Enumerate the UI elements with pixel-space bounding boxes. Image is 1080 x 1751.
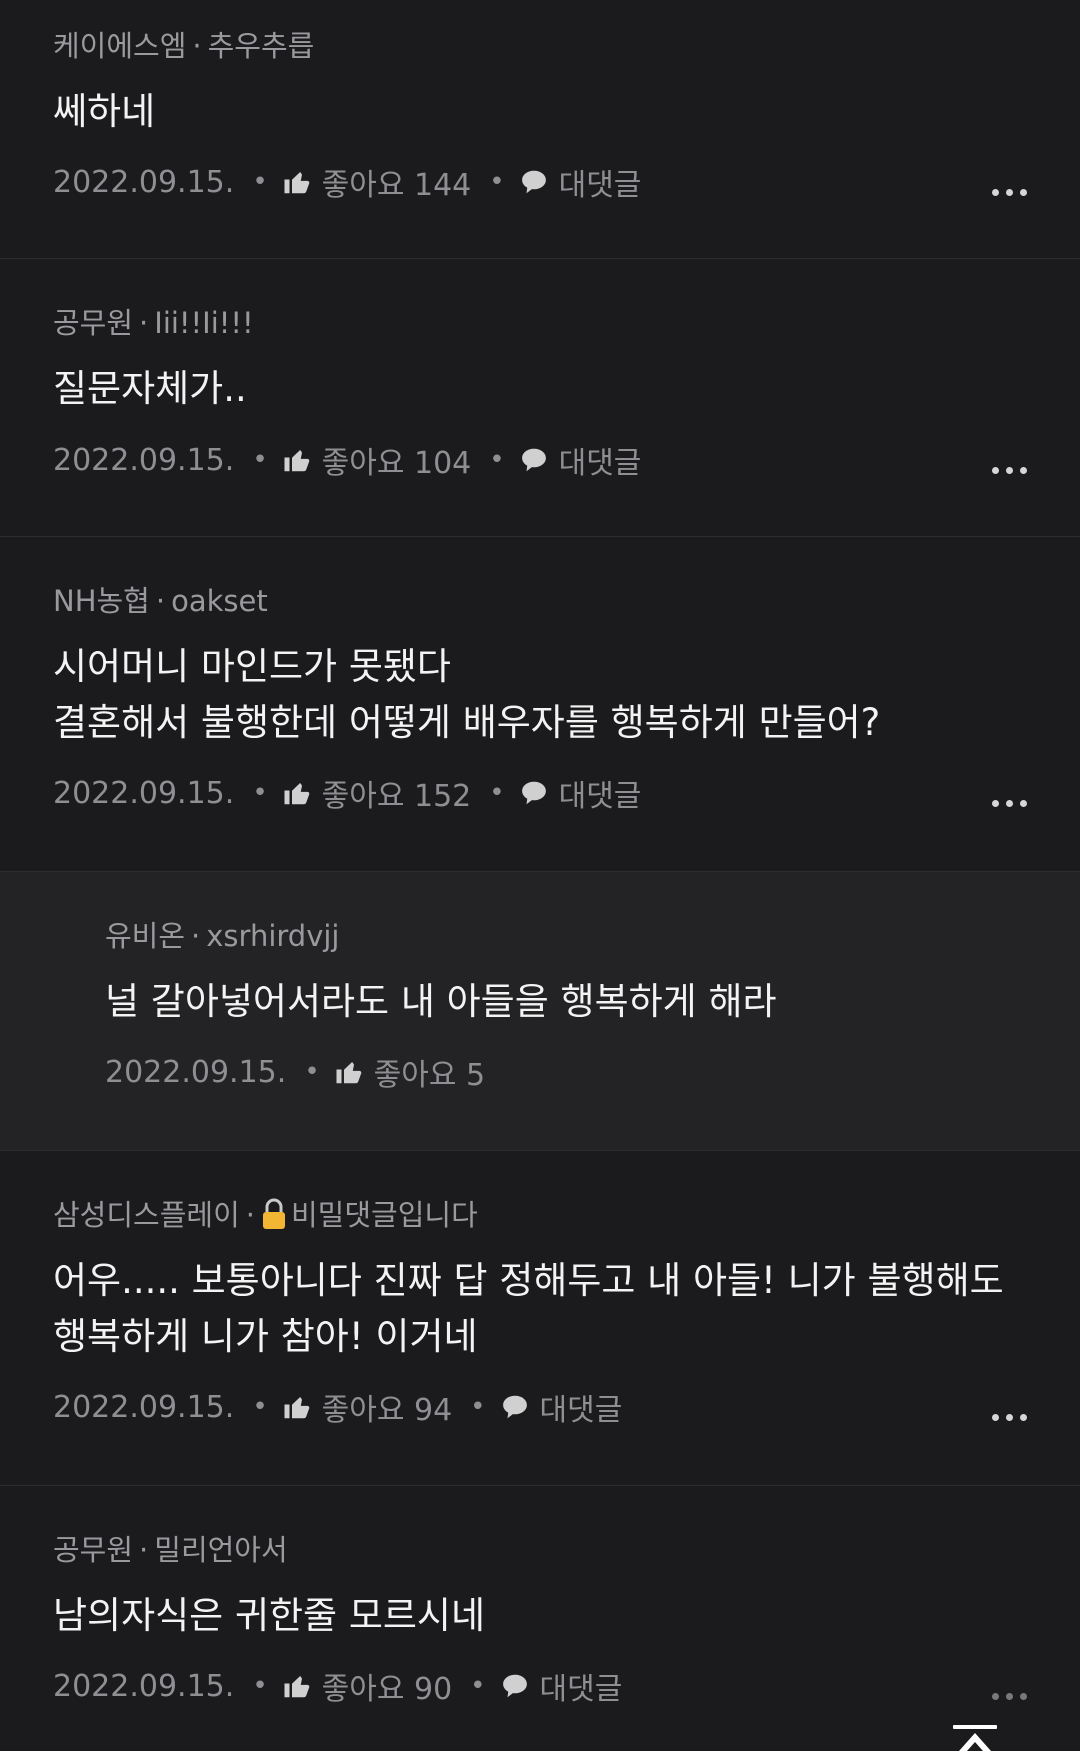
reply-button[interactable]: 대댓글 <box>519 438 642 482</box>
company-name: 공무원 <box>53 306 134 340</box>
comment-text: 질문자체가.. <box>53 367 247 410</box>
speech-bubble-icon <box>502 1674 527 1698</box>
company-name: 유비온 <box>105 919 186 953</box>
lock-icon <box>261 1198 287 1232</box>
nickname[interactable]: 비밀댓글입니다 <box>291 1198 478 1232</box>
more-options-button[interactable] <box>983 444 1027 474</box>
comment-item: 공무원 · Iii!!Ii!!! 질문자체가.. 2022.09.15. • 좋아요… <box>0 259 1080 537</box>
like-count: 좋아요 90 <box>321 1672 453 1707</box>
reply-button[interactable]: 대댓글 <box>519 771 642 815</box>
reply-button[interactable]: 대댓글 <box>500 1664 623 1708</box>
like-count: 좋아요 104 <box>321 446 472 481</box>
nickname[interactable]: 추우추릅 <box>208 29 315 63</box>
thumbs-up-icon <box>284 1676 309 1698</box>
more-options-button[interactable] <box>983 777 1027 807</box>
comment-meta: 공무원 · Iii!!Ii!!! <box>53 306 254 340</box>
comment-date: 2022.09.15. <box>105 1054 287 1090</box>
comment-date: 2022.09.15. <box>53 442 235 478</box>
thumbs-up-icon <box>336 1062 361 1084</box>
like-button[interactable]: 좋아요 90 <box>282 1664 453 1708</box>
comment-footer: 2022.09.15. • 좋아요 104 • 대댓글 <box>53 438 1027 482</box>
comment-footer: 2022.09.15. • 좋아요 152 • 대댓글 <box>53 771 1027 815</box>
nickname[interactable]: oakset <box>171 584 268 618</box>
reply-label: 대댓글 <box>539 1672 623 1707</box>
more-dots-icon <box>992 800 999 807</box>
comment-date: 2022.09.15. <box>53 1668 235 1704</box>
comment-date: 2022.09.15. <box>53 775 235 811</box>
thumbs-up-icon <box>284 783 309 805</box>
comment-date: 2022.09.15. <box>53 1389 235 1425</box>
comment-text: 시어머니 마인드가 못됐다 결혼해서 불행한데 어떻게 배우자를 행복하게 만들… <box>53 645 881 744</box>
comment-meta: 케이에스엠 · 추우추릅 <box>53 29 315 63</box>
comment-meta: 삼성디스플레이 · 비밀댓글입니다 <box>53 1198 478 1232</box>
speech-bubble-icon <box>521 448 546 472</box>
nickname[interactable]: Iii!!Ii!!! <box>154 306 253 340</box>
comment-meta: NH농협 · oakset <box>53 584 268 618</box>
comment-date: 2022.09.15. <box>53 164 235 200</box>
like-count: 좋아요 94 <box>321 1393 453 1428</box>
more-dots-icon <box>992 467 999 474</box>
scroll-top-arrow-icon <box>953 1725 997 1751</box>
like-button[interactable]: 좋아요 5 <box>334 1050 485 1094</box>
like-count: 좋아요 5 <box>373 1058 486 1093</box>
more-dots-icon <box>992 1414 999 1421</box>
more-dots-icon <box>992 1693 999 1700</box>
comment-text: 어우..... 보통아니다 진짜 답 정해두고 내 아들! 니가 불행해도 행복… <box>53 1259 1004 1358</box>
comment-text: 남의자식은 귀한줄 모르시네 <box>53 1594 486 1637</box>
thumbs-up-icon <box>284 450 309 472</box>
nickname[interactable]: xsrhirdvjj <box>206 919 339 953</box>
comment-text: 널 갈아넣어서라도 내 아들을 행복하게 해라 <box>105 980 777 1023</box>
nickname[interactable]: 밀리언아서 <box>154 1533 287 1567</box>
comment-footer: 2022.09.15. • 좋아요 144 • 대댓글 <box>53 160 1027 204</box>
comment-item: NH농협 · oakset 시어머니 마인드가 못됐다 결혼해서 불행한데 어떻게 … <box>0 537 1080 872</box>
reply-label: 대댓글 <box>558 446 642 481</box>
reply-button[interactable]: 대댓글 <box>519 160 642 204</box>
like-count: 좋아요 152 <box>321 779 472 814</box>
scroll-top-button[interactable] <box>950 1724 1000 1751</box>
reply-label: 대댓글 <box>558 779 642 814</box>
company-name: 공무원 <box>53 1533 134 1567</box>
comment-footer: 2022.09.15. • 좋아요 90 • 대댓글 <box>53 1664 1027 1708</box>
comment-item: 케이에스엠 · 추우추릅 쎄하네 2022.09.15. • 좋아요 144 • 대… <box>0 0 1080 259</box>
company-name: 케이에스엠 <box>53 29 187 63</box>
company-name: 삼성디스플레이 <box>53 1198 240 1232</box>
more-options-button[interactable] <box>983 1391 1027 1421</box>
more-options-button[interactable] <box>983 166 1027 196</box>
reply-item: 유비온 · xsrhirdvjj 널 갈아넣어서라도 내 아들을 행복하게 해라 2… <box>0 872 1080 1151</box>
thumbs-up-icon <box>284 1397 309 1419</box>
comment-item: 공무원 · 밀리언아서 남의자식은 귀한줄 모르시네 2022.09.15. • 좋… <box>0 1486 1080 1751</box>
speech-bubble-icon <box>521 170 546 194</box>
more-options-button[interactable] <box>983 1670 1027 1700</box>
comment-item: 삼성디스플레이 · 비밀댓글입니다 어우..... 보통아니다 진짜 답 정해두고 … <box>0 1151 1080 1486</box>
like-button[interactable]: 좋아요 104 <box>282 438 472 482</box>
like-button[interactable]: 좋아요 144 <box>282 160 472 204</box>
speech-bubble-icon <box>502 1395 527 1419</box>
speech-bubble-icon <box>521 781 546 805</box>
comment-text: 쎄하네 <box>53 90 156 133</box>
comment-footer: 2022.09.15. • 좋아요 94 • 대댓글 <box>53 1385 1027 1429</box>
reply-label: 대댓글 <box>558 168 642 203</box>
comment-footer: 2022.09.15. • 좋아요 5 <box>105 1050 1027 1094</box>
comment-meta: 유비온 · xsrhirdvjj <box>105 919 340 953</box>
comment-meta: 공무원 · 밀리언아서 <box>53 1533 288 1567</box>
like-button[interactable]: 좋아요 152 <box>282 771 472 815</box>
more-dots-icon <box>992 189 999 196</box>
comment-feed: 케이에스엠 · 추우추릅 쎄하네 2022.09.15. • 좋아요 144 • 대… <box>0 0 1080 1751</box>
reply-label: 대댓글 <box>539 1393 623 1428</box>
like-count: 좋아요 144 <box>321 168 472 203</box>
thumbs-up-icon <box>284 172 309 194</box>
reply-button[interactable]: 대댓글 <box>500 1385 623 1429</box>
like-button[interactable]: 좋아요 94 <box>282 1385 453 1429</box>
company-name: NH농협 <box>53 584 150 618</box>
